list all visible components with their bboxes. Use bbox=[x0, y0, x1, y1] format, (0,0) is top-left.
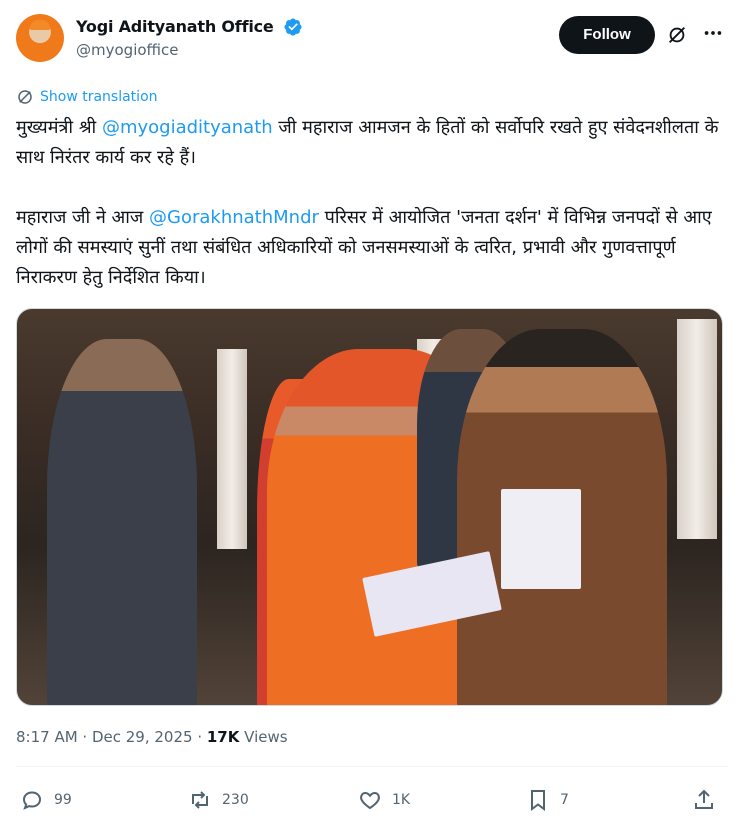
meta-separator: · bbox=[192, 728, 207, 746]
post-time[interactable]: 8:17 AM bbox=[16, 728, 78, 746]
repost-icon bbox=[192, 791, 208, 809]
follow-button[interactable]: Follow bbox=[559, 16, 655, 54]
bookmark-button[interactable]: 7 bbox=[526, 788, 569, 812]
reply-button[interactable]: 99 bbox=[20, 788, 72, 812]
share-button[interactable] bbox=[692, 788, 716, 812]
like-button[interactable]: 1K bbox=[358, 788, 410, 812]
grok-icon[interactable] bbox=[666, 24, 688, 46]
like-count: 1K bbox=[392, 792, 411, 808]
share-icon bbox=[695, 789, 713, 809]
post-text-p2-prefix: महाराज जी ने आज bbox=[16, 207, 150, 228]
show-translation-label[interactable]: Show translation bbox=[40, 89, 158, 105]
action-bar: 99 230 1K 7 bbox=[16, 788, 728, 818]
mention-link[interactable]: @GorakhnathMndr bbox=[149, 207, 319, 228]
heart-icon bbox=[360, 791, 380, 810]
reply-icon bbox=[22, 791, 42, 810]
post-meta: 8:17 AM · Dec 29, 2025 · 17K Views bbox=[16, 728, 288, 746]
author-display-name[interactable]: Yogi Adityanath Office bbox=[76, 17, 274, 36]
post-photo[interactable] bbox=[16, 308, 723, 706]
author-names: Yogi Adityanath Office @myogioffice bbox=[76, 16, 303, 59]
views-label: Views bbox=[239, 728, 288, 746]
bookmark-icon bbox=[531, 790, 545, 811]
post-header: Yogi Adityanath Office @myogioffice Foll… bbox=[16, 12, 728, 68]
verified-badge-icon bbox=[284, 17, 302, 36]
bookmark-count: 7 bbox=[560, 792, 569, 808]
meta-separator: · bbox=[77, 728, 92, 746]
post-date[interactable]: Dec 29, 2025 bbox=[92, 728, 193, 746]
author-avatar[interactable] bbox=[16, 14, 64, 62]
divider bbox=[16, 766, 728, 767]
repost-count: 230 bbox=[222, 792, 249, 808]
post-text: मुख्यमंत्री श्री @myogiadityanath जी महा… bbox=[16, 113, 728, 293]
reply-count: 99 bbox=[54, 792, 72, 808]
translate-icon bbox=[18, 90, 32, 104]
author-handle[interactable]: @myogioffice bbox=[76, 41, 303, 59]
mention-link[interactable]: @myogiadityanath bbox=[102, 117, 273, 138]
show-translation-link[interactable]: Show translation bbox=[16, 87, 158, 107]
post-text-p1-prefix: मुख्यमंत्री श्री bbox=[16, 117, 102, 138]
views-count: 17K bbox=[206, 728, 240, 746]
repost-button[interactable]: 230 bbox=[188, 788, 249, 812]
more-options-icon[interactable] bbox=[702, 22, 724, 44]
